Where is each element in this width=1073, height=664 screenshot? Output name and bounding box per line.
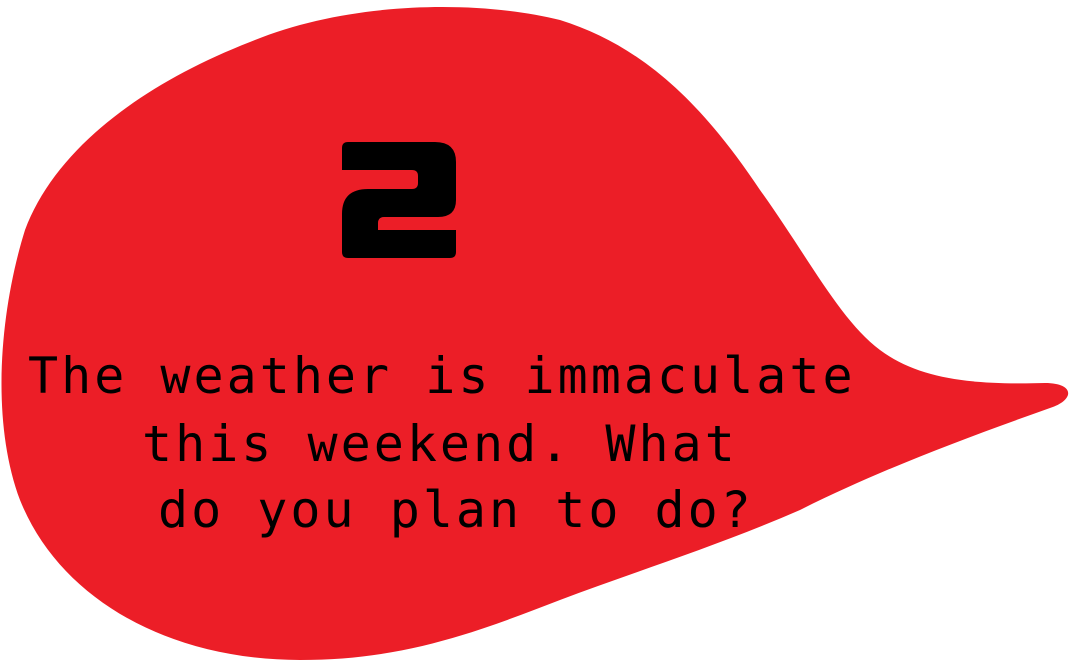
question-line-1: The weather is immaculate [28, 347, 856, 405]
question-line-2: this weekend. What [142, 415, 738, 473]
question-line-3: do you plan to do? [158, 481, 754, 539]
speech-bubble [1, 7, 1069, 660]
number-2-glyph [342, 142, 456, 258]
speech-bubble-shape [1, 7, 1069, 660]
